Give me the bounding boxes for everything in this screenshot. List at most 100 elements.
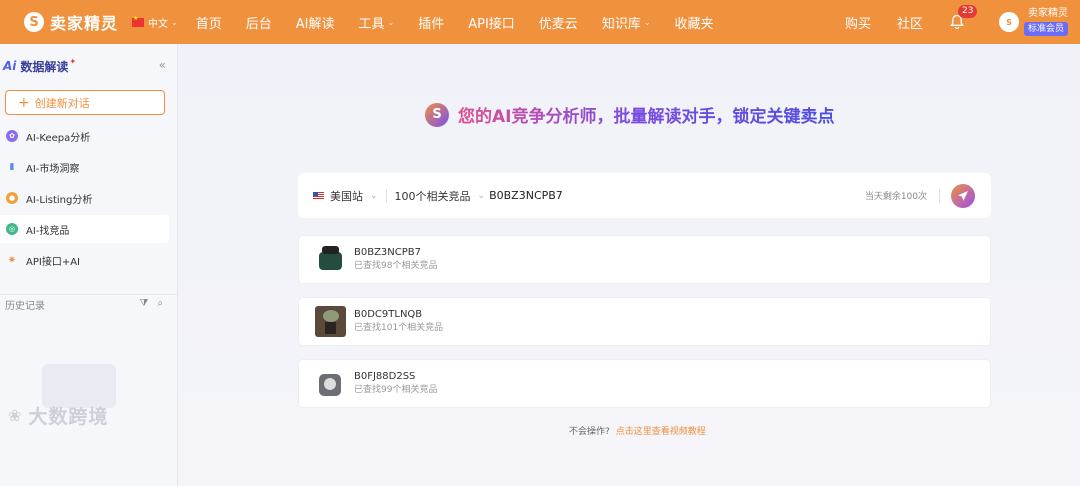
help-text: 不会操作? 点击这里查看视频教程	[569, 424, 706, 437]
brand-logo[interactable]: S 卖家精灵	[24, 10, 118, 34]
keepa-icon: ✿	[6, 130, 18, 142]
send-icon	[958, 190, 968, 201]
product-thumbnail	[315, 244, 346, 275]
nav-tools[interactable]: 工具 ⌄	[358, 13, 394, 32]
listing-icon: ●	[6, 192, 18, 204]
product-thumbnail	[315, 306, 346, 337]
sidebar-item-label: API接口+AI	[26, 256, 80, 268]
result-card[interactable]: B0BZ3NCPB7 已查找98个相关竞品	[298, 235, 991, 284]
main-content: S 您的AI竞争分析师，批量解读对手，锁定关键卖点 美国站 ⌄ 100个相关竞品…	[179, 44, 1080, 486]
nav-buy[interactable]: 购买	[845, 13, 871, 32]
product-thumbnail	[315, 368, 346, 399]
sidebar-item-listing[interactable]: ● AI-Listing分析	[0, 184, 169, 212]
history-label: 历史记录	[5, 301, 45, 312]
nav-knowledge[interactable]: 知识库 ⌄	[602, 13, 651, 32]
chevron-down-icon: ⌄	[370, 190, 378, 201]
sidebar-item-api[interactable]: ✷ API接口+AI	[0, 246, 169, 274]
nav-knowledge-label: 知识库	[601, 16, 641, 32]
main-nav: 首页 后台 AI解读 工具 ⌄ 插件 API接口 优麦云 知识库 ⌄ 收藏夹	[196, 13, 738, 32]
send-button[interactable]	[951, 183, 975, 208]
nav-ai[interactable]: AI解读	[296, 13, 335, 32]
brand-logo-icon: S	[425, 102, 449, 127]
sidebar-title: 数据解读	[20, 59, 69, 74]
user-menu[interactable]: S 卖家精灵 标准会员	[998, 8, 1068, 36]
result-info: B0DC9TLNQB 已查找101个相关竞品	[354, 308, 443, 335]
marketplace-select[interactable]: 美国站 ⌄	[313, 188, 378, 204]
result-asin: B0DC9TLNQB	[354, 309, 423, 320]
result-subtitle: 已查找101个相关竞品	[354, 323, 444, 333]
collapse-sidebar-icon[interactable]: «	[159, 58, 166, 72]
nav-plugins[interactable]: 插件	[418, 13, 444, 32]
result-info: B0FJ88D2SS 已查找99个相关竞品	[354, 370, 437, 397]
result-card[interactable]: B0DC9TLNQB 已查找101个相关竞品	[298, 297, 991, 346]
result-asin: B0BZ3NCPB7	[354, 247, 422, 258]
search-icon[interactable]: ⌕	[157, 298, 163, 309]
page-title: 您的AI竞争分析师，批量解读对手，锁定关键卖点	[458, 102, 834, 127]
brand-name: 卖家精灵	[50, 14, 119, 33]
video-tutorial-link[interactable]: 点击这里查看视频教程	[616, 427, 706, 437]
api-icon: ✷	[7, 254, 17, 266]
competitor-icon: ◎	[6, 223, 18, 235]
sidebar-header: Ai 数据解读 ✦	[0, 44, 177, 88]
result-subtitle: 已查找98个相关竞品	[354, 261, 438, 271]
divider	[385, 188, 387, 203]
user-info: 卖家精灵 标准会员	[1023, 8, 1068, 36]
bar-chart-icon: ▮	[9, 162, 15, 172]
sidebar-item-competitor[interactable]: ◎ AI-找竞品	[0, 215, 169, 243]
new-chat-label: 创建新对话	[34, 96, 90, 110]
logo-icon: S	[24, 12, 44, 32]
nav-tools-label: 工具	[358, 16, 385, 32]
sidebar-item-label: AI-Listing分析	[26, 194, 93, 206]
nav-youmaiyun[interactable]: 优麦云	[539, 13, 578, 32]
us-flag-icon	[313, 191, 324, 200]
help-prefix: 不会操作?	[569, 427, 610, 437]
member-badge: 标准会员	[1023, 22, 1068, 36]
sidebar-menu: ✿ AI-Keepa分析 ▮ AI-市场洞察 ● AI-Listing分析 ◎ …	[0, 122, 177, 274]
competitor-count-label: 100个相关竞品	[394, 189, 471, 203]
chevron-down-icon: ⌄	[171, 17, 178, 27]
chevron-down-icon: ⌄	[643, 17, 651, 27]
sidebar-item-keepa[interactable]: ✿ AI-Keepa分析	[0, 122, 169, 150]
result-list: B0BZ3NCPB7 已查找98个相关竞品 B0DC9TLNQB 已查找101个…	[298, 235, 991, 421]
language-selector[interactable]: 中文 ⌄	[132, 15, 178, 30]
nav-home[interactable]: 首页	[196, 13, 222, 32]
ai-logo-icon: Ai	[3, 59, 17, 73]
search-bar: 美国站 ⌄ 100个相关竞品 ⌄ 当天剩余100次	[298, 173, 991, 218]
sparkle-icon: ✦	[69, 56, 77, 66]
divider	[939, 188, 940, 203]
language-label: 中文	[148, 18, 169, 30]
nav-community[interactable]: 社区	[897, 13, 923, 32]
sidebar-item-label: AI-市场洞察	[26, 163, 80, 175]
result-card[interactable]: B0FJ88D2SS 已查找99个相关竞品	[298, 359, 991, 408]
chevron-down-icon: ⌄	[477, 190, 486, 201]
new-chat-button[interactable]: + 创建新对话	[5, 90, 165, 115]
remaining-quota: 当天剩余100次	[864, 192, 927, 202]
result-info: B0BZ3NCPB7 已查找98个相关竞品	[354, 246, 437, 273]
user-name: 卖家精灵	[1028, 8, 1068, 19]
chevron-down-icon: ⌄	[387, 17, 395, 27]
hero-heading: S 您的AI竞争分析师，批量解读对手，锁定关键卖点	[425, 102, 834, 127]
plus-icon: +	[18, 94, 30, 111]
notification-count-badge: 23	[957, 5, 978, 18]
history-tools: ⧩ ⌕	[139, 298, 163, 309]
watermark: ❀ 大数跨境	[8, 402, 108, 429]
history-header: 历史记录 ⧩ ⌕	[0, 294, 177, 314]
result-subtitle: 已查找99个相关竞品	[354, 385, 438, 395]
nav-api[interactable]: API接口	[468, 13, 515, 32]
filter-clear-icon[interactable]: ⧩	[139, 298, 148, 309]
china-flag-icon	[132, 15, 145, 27]
nav-favorites[interactable]: 收藏夹	[675, 13, 714, 32]
nav-backend[interactable]: 后台	[246, 13, 272, 32]
top-navbar: S 卖家精灵 中文 ⌄ 首页 后台 AI解读 工具⌄ 插件 API接口 优麦云 …	[0, 0, 1080, 44]
nav-right: 购买 社区 23 S 卖家精灵 标准会员	[845, 0, 1068, 44]
marketplace-label: 美国站	[330, 189, 363, 203]
competitor-count-select[interactable]: 100个相关竞品 ⌄	[395, 188, 486, 204]
watermark-logo-icon: ❀	[8, 406, 23, 425]
sidebar-item-label: AI-找竞品	[26, 225, 70, 237]
result-asin: B0FJ88D2SS	[354, 371, 416, 382]
avatar: S	[998, 12, 1019, 32]
sidebar-item-market[interactable]: ▮ AI-市场洞察	[0, 153, 169, 181]
notification-bell[interactable]: 23	[949, 5, 978, 30]
asin-input[interactable]	[489, 189, 790, 202]
sidebar-item-label: AI-Keepa分析	[26, 132, 91, 144]
